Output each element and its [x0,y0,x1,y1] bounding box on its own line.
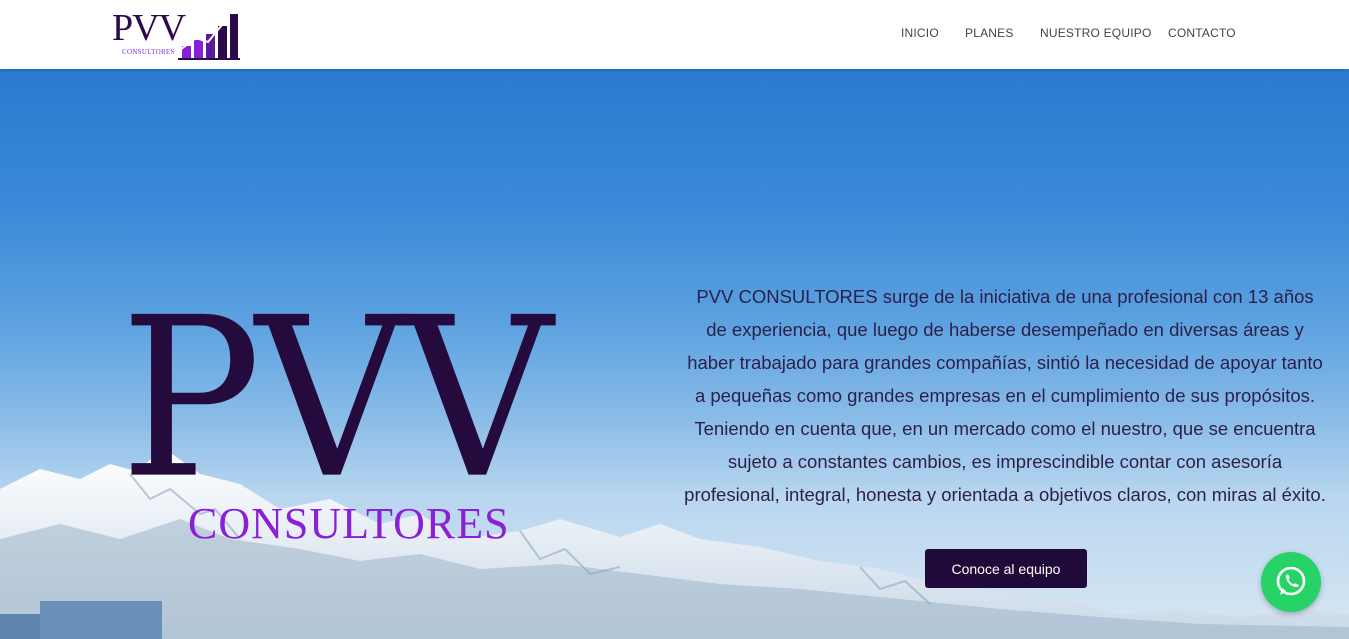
nav-planes[interactable]: PLANES [965,26,1014,40]
logo-title: PVV [112,7,186,49]
hero-section: PVV CONSULTORES PVV CONSULTORES surge de… [0,69,1349,639]
hero-brand-title: PVV [120,269,553,528]
hero-description: PVV CONSULTORES surge de la iniciativa d… [684,285,1326,505]
hero-brand-subtitle: CONSULTORES [188,499,510,548]
site-header: PVV CONSULTORES INICIO PLANES NUESTRO EQ… [0,0,1349,69]
site-logo[interactable]: PVV CONSULTORES [110,6,245,62]
whatsapp-button[interactable] [1261,552,1321,612]
nav-nuestro-equipo[interactable]: NUESTRO EQUIPO [1040,26,1151,40]
conoce-al-equipo-button[interactable]: Conoce al equipo [925,549,1087,588]
nav-contacto[interactable]: CONTACTO [1168,26,1236,40]
logo-subtitle: CONSULTORES [122,48,175,56]
whatsapp-icon [1276,566,1306,596]
nav-inicio[interactable]: INICIO [901,26,939,40]
growth-chart-icon [178,14,240,60]
